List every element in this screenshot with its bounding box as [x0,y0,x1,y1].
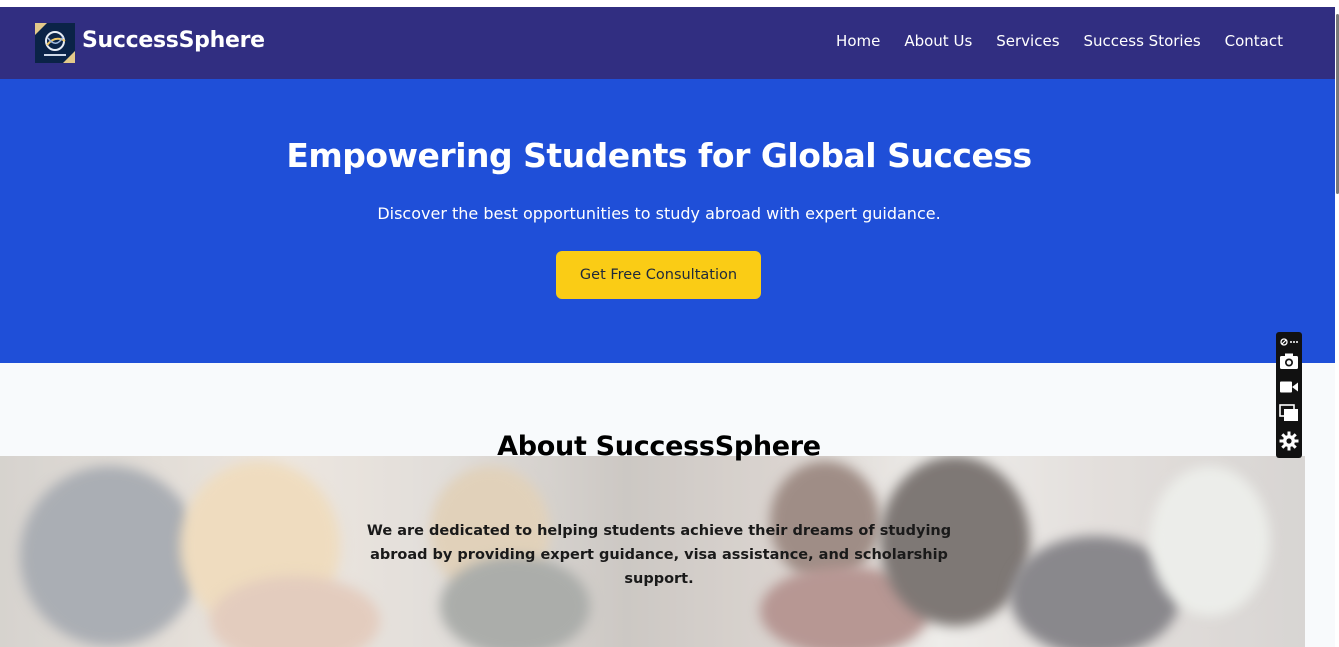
about-section: About SuccessSphere We are dedicated to … [0,363,1335,647]
brand-name[interactable]: SuccessSphere [82,28,265,53]
about-description: We are dedicated to helping students ach… [366,523,952,587]
hero-section: Empowering Students for Global Success D… [0,79,1335,363]
hero-subtitle: Discover the best opportunities to study… [377,204,941,223]
video-icon[interactable] [1276,375,1302,399]
hero-title: Empowering Students for Global Success [286,136,1032,175]
nav-about-us[interactable]: About Us [904,32,972,50]
globe-logo-icon[interactable] [35,23,75,63]
link-more-icon[interactable] [1276,334,1302,350]
navbar: SuccessSphere Home About Us Services Suc… [0,7,1335,79]
top-strip [0,0,1339,7]
about-title: About SuccessSphere [497,431,821,462]
nav-success-stories[interactable]: Success Stories [1084,32,1201,50]
nav-home[interactable]: Home [836,32,880,50]
main-nav: Home About Us Services Success Stories C… [812,32,1283,50]
camera-icon[interactable] [1276,349,1302,373]
page-scrollbar[interactable] [1335,0,1339,647]
free-consultation-button[interactable]: Get Free Consultation [556,251,761,299]
screens-icon[interactable] [1276,401,1302,425]
nav-contact[interactable]: Contact [1225,32,1283,50]
nav-services[interactable]: Services [996,32,1059,50]
